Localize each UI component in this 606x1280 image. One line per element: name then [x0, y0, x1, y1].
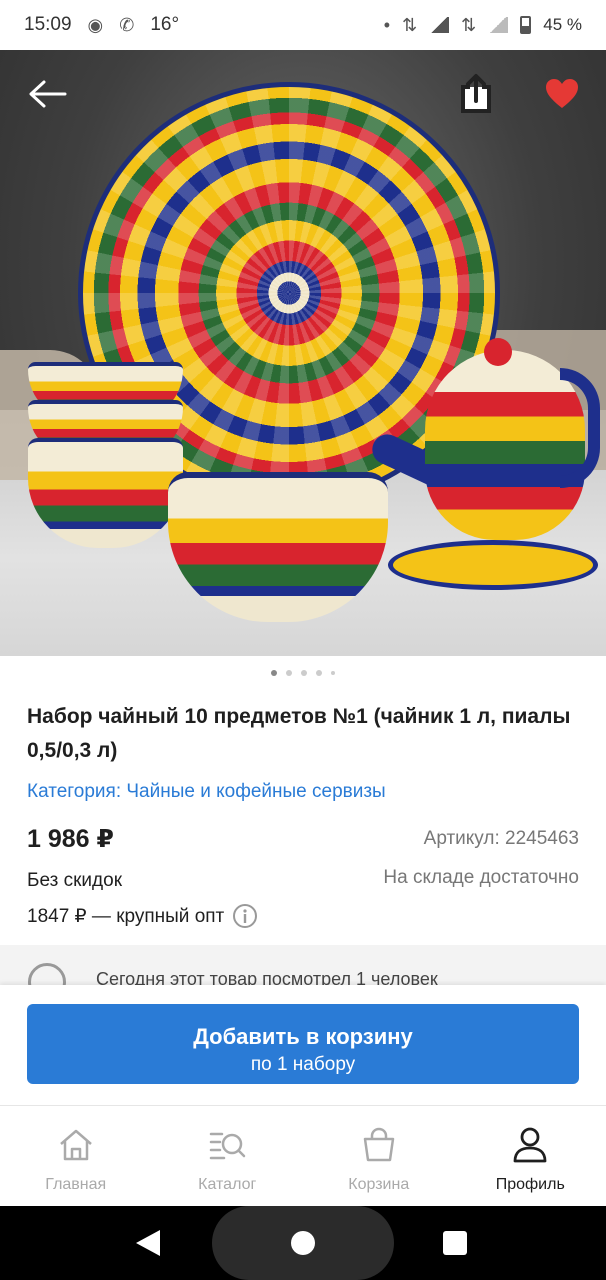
nav-profile-label: Профиль	[495, 1176, 565, 1193]
signal-icon	[429, 17, 450, 33]
add-to-cart-sublabel: по 1 набору	[250, 1054, 356, 1075]
share-button[interactable]	[452, 70, 500, 118]
wholesale-text: 1847 ₽ — крупный опт	[27, 905, 225, 927]
call-icon: ✆	[119, 14, 135, 35]
system-recents-icon[interactable]	[443, 1231, 467, 1255]
teapot-lid	[484, 338, 512, 366]
nav-profile[interactable]: Профиль	[455, 1106, 606, 1206]
status-time: 15:09	[24, 14, 72, 35]
battery-icon	[520, 16, 532, 34]
nav-home-label: Главная	[45, 1176, 107, 1193]
gallery-dot[interactable]	[286, 670, 292, 676]
stock-status: На складе достаточно	[383, 867, 579, 888]
catalog-search-icon	[210, 1132, 246, 1160]
nav-catalog-label: Каталог	[198, 1176, 257, 1193]
share-icon	[461, 74, 491, 113]
system-back-icon[interactable]	[136, 1230, 160, 1256]
back-button[interactable]	[24, 70, 72, 118]
gallery-dot[interactable]	[301, 670, 307, 676]
cart-panel: Добавить в корзину по 1 набору	[0, 985, 606, 1105]
viewed-text: Сегодня этот товар посмотрел 1 человек	[96, 969, 438, 985]
nav-catalog[interactable]: Каталог	[152, 1106, 304, 1206]
gallery-dot[interactable]	[331, 671, 335, 675]
gallery-dot[interactable]	[316, 670, 322, 676]
wholesale-price: 1847 ₽ — крупный опт	[27, 903, 258, 929]
system-home-icon[interactable]	[291, 1231, 315, 1255]
basket-icon	[363, 1127, 394, 1162]
system-navigation-bar	[0, 1206, 606, 1280]
battery-level: 45 %	[543, 15, 582, 34]
status-bar: 15:09 ◉ ✆ 16° • ⇅ ⇅ 45 %	[0, 0, 606, 50]
add-to-cart-label: Добавить в корзину	[193, 1024, 413, 1049]
product-sku: Артикул: 2245463	[423, 828, 579, 849]
favorite-button[interactable]	[538, 70, 586, 118]
saucer	[388, 540, 598, 590]
data-arrows-icon: ⇅	[402, 14, 418, 35]
info-icon[interactable]	[232, 903, 258, 929]
data-arrows-icon-2: ⇅	[461, 14, 477, 35]
add-to-cart-button[interactable]: Добавить в корзину по 1 набору	[27, 1004, 579, 1084]
signal-icon-2	[488, 17, 509, 33]
discount-text: Без скидок	[27, 870, 122, 891]
nav-cart[interactable]: Корзина	[303, 1106, 455, 1206]
heart-icon	[546, 79, 578, 108]
eye-icon	[28, 963, 66, 985]
product-price: 1 986 ₽	[27, 825, 114, 853]
notification-icon: ◉	[87, 14, 104, 35]
home-icon	[59, 1129, 92, 1161]
product-image[interactable]	[0, 50, 606, 656]
bottom-navigation: Главная Каталог Корзина Профиль	[0, 1105, 606, 1206]
viewed-notice: Сегодня этот товар посмотрел 1 человек	[0, 945, 606, 985]
gallery-indicator	[0, 670, 606, 676]
profile-icon	[513, 1127, 547, 1163]
category-link[interactable]: Категория: Чайные и кофейные сервизы	[27, 781, 386, 803]
arrow-left-icon	[29, 80, 67, 108]
nav-cart-label: Корзина	[348, 1176, 410, 1193]
gallery-dot[interactable]	[271, 670, 277, 676]
status-temperature: 16°	[150, 14, 180, 35]
nav-home[interactable]: Главная	[0, 1106, 152, 1206]
product-title: Набор чайный 10 предметов №1 (чайник 1 л…	[27, 705, 571, 762]
dot-icon: •	[383, 14, 391, 35]
